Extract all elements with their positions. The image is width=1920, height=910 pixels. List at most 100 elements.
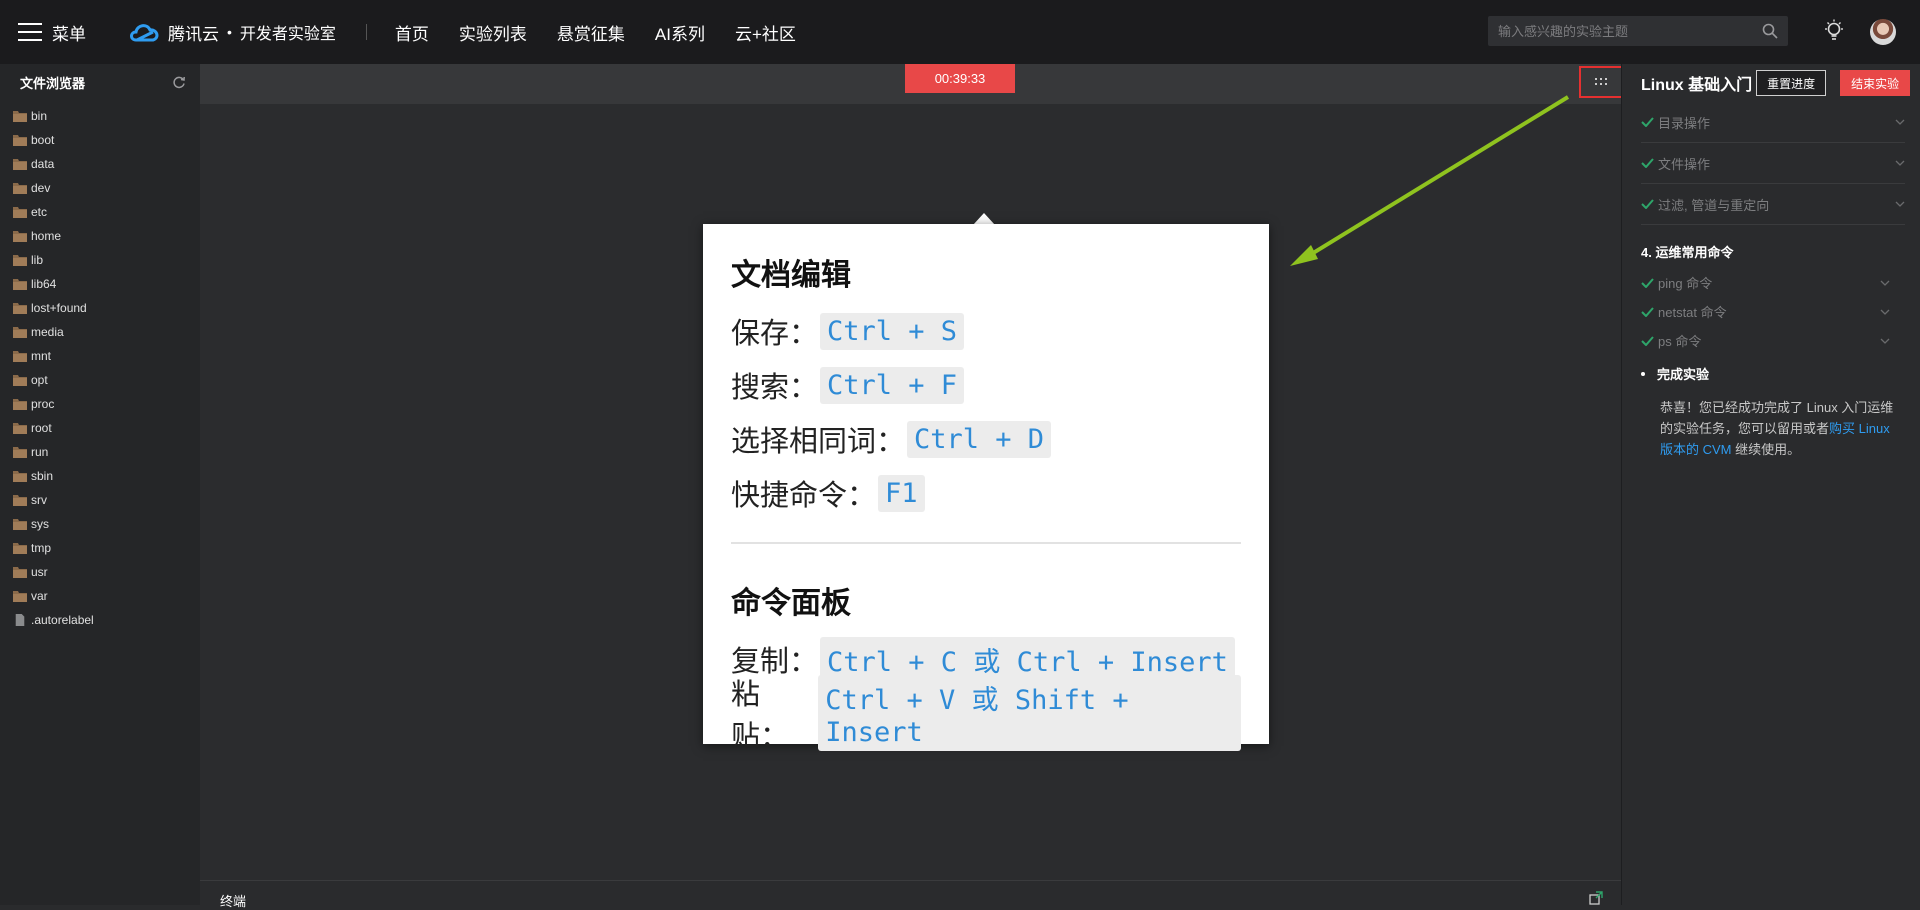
file-item[interactable]: .autorelabel — [0, 608, 200, 632]
chevron-down-icon[interactable] — [1880, 280, 1890, 286]
file-item[interactable]: proc — [0, 392, 200, 416]
sub-step-item[interactable]: ping 命令 — [1641, 268, 1890, 297]
nav-ai-series[interactable]: AI系列 — [655, 20, 705, 45]
file-item[interactable]: lib — [0, 248, 200, 272]
file-name: run — [31, 445, 49, 459]
file-item[interactable]: media — [0, 320, 200, 344]
nav-lab-list[interactable]: 实验列表 — [459, 20, 527, 45]
folder-icon — [13, 207, 27, 218]
file-list: bin boot data dev etc home lib lib64 lost+found m… — [0, 100, 200, 632]
logo-dot: • — [227, 24, 232, 40]
popup-divider — [731, 542, 1241, 544]
lab-guide-panel: Linux 基础入门 重置进度 结束实验 目录操作 文件操作 过滤, 管道与重定向 … — [1621, 64, 1920, 905]
guide-section[interactable]: 文件操作 — [1641, 143, 1905, 184]
sub-step-label: netstat 命令 — [1658, 305, 1727, 320]
folder-icon — [13, 327, 27, 338]
chevron-down-icon[interactable] — [1895, 201, 1905, 207]
congrats-tail: 继续使用。 — [1731, 442, 1801, 457]
file-browser-sidebar: 文件浏览器 bin boot data dev etc home lib lib64 lost+… — [0, 64, 200, 905]
hamburger-icon — [18, 23, 42, 41]
file-name: media — [31, 325, 64, 339]
nav-home[interactable]: 首页 — [395, 20, 429, 45]
file-item[interactable]: opt — [0, 368, 200, 392]
folder-icon — [13, 567, 27, 578]
logo-subtitle: 开发者实验室 — [239, 26, 336, 43]
file-item[interactable]: sys — [0, 512, 200, 536]
popup-section-title-edit: 文档编辑 — [731, 258, 851, 293]
menu-button[interactable]: 菜单 — [18, 20, 86, 45]
complete-lab-item[interactable]: 完成实验 — [1622, 355, 1920, 385]
folder-icon — [13, 375, 27, 386]
file-item[interactable]: run — [0, 440, 200, 464]
cloud-logo-icon — [130, 24, 159, 42]
folder-icon — [13, 279, 27, 290]
section-label: 目录操作 — [1658, 115, 1711, 131]
complete-lab-label: 完成实验 — [1657, 367, 1710, 382]
countdown-timer: 00:39:33 — [905, 64, 1015, 93]
popout-icon[interactable] — [1589, 891, 1603, 905]
file-name: data — [31, 157, 55, 171]
file-item[interactable]: mnt — [0, 344, 200, 368]
sub-step-label: ps 命令 — [1658, 334, 1702, 349]
file-name: sys — [31, 517, 49, 531]
nav-bounty[interactable]: 悬赏征集 — [557, 20, 625, 45]
sub-step-item[interactable]: ps 命令 — [1641, 326, 1890, 355]
file-item[interactable]: home — [0, 224, 200, 248]
top-nav-bar: 菜单 腾讯云 • 开发者实验室 首页 实验列表 悬赏征集 AI系列 云+社区 — [0, 0, 1920, 64]
shortcut-label: 保存： — [731, 316, 819, 350]
file-name: lib64 — [31, 277, 57, 291]
file-item[interactable]: root — [0, 416, 200, 440]
file-item[interactable]: etc — [0, 200, 200, 224]
shortcut-row: 快捷命令： F1 — [731, 466, 1241, 520]
file-item[interactable]: srv — [0, 488, 200, 512]
chevron-down-icon[interactable] — [1895, 119, 1905, 125]
file-item[interactable]: bin — [0, 104, 200, 128]
folder-icon — [13, 519, 27, 530]
file-item[interactable]: usr — [0, 560, 200, 584]
check-icon — [1641, 335, 1654, 346]
file-item[interactable]: data — [0, 152, 200, 176]
file-item[interactable]: boot — [0, 128, 200, 152]
end-lab-button[interactable]: 结束实验 — [1840, 70, 1911, 96]
shortcuts-button[interactable] — [1579, 66, 1623, 98]
file-item[interactable]: tmp — [0, 536, 200, 560]
folder-icon — [13, 255, 27, 266]
sub-step-label: ping 命令 — [1658, 276, 1713, 291]
file-name: lib — [31, 253, 44, 267]
logo[interactable]: 腾讯云 • 开发者实验室 — [128, 20, 336, 45]
file-name: dev — [31, 181, 51, 195]
nav-community[interactable]: 云+社区 — [735, 20, 796, 45]
refresh-icon[interactable] — [172, 75, 186, 89]
shortcut-row: 搜索： Ctrl + F — [731, 358, 1241, 412]
avatar[interactable] — [1870, 19, 1896, 45]
terminal-bar[interactable]: 终端 — [200, 880, 1621, 909]
shortcut-label: 快捷命令： — [731, 478, 877, 512]
bulb-icon[interactable] — [1823, 19, 1845, 43]
file-item[interactable]: lib64 — [0, 272, 200, 296]
sub-step-list: ping 命令 netstat 命令 ps 命令 — [1622, 268, 1920, 355]
file-item[interactable]: var — [0, 584, 200, 608]
file-item[interactable]: dev — [0, 176, 200, 200]
search-icon[interactable] — [1762, 23, 1778, 39]
file-name: root — [31, 421, 52, 435]
command-shortcuts-list: 复制： Ctrl + C 或 Ctrl + Insert 粘贴： Ctrl + V 或… — [731, 632, 1241, 753]
congrats-message: 恭喜！您已经成功完成了 Linux 入门运维的实验任务，您可以留用或者购买 Li… — [1622, 385, 1920, 460]
reset-progress-button[interactable]: 重置进度 — [1756, 70, 1827, 96]
file-browser-title: 文件浏览器 — [20, 75, 86, 91]
file-name: opt — [31, 373, 48, 387]
grid-dots-icon — [1595, 78, 1607, 85]
file-name: usr — [31, 565, 48, 579]
file-item[interactable]: sbin — [0, 464, 200, 488]
search-input[interactable] — [1488, 23, 1748, 39]
edit-shortcuts-list: 保存： Ctrl + S 搜索： Ctrl + F 选择相同词： Ctrl + D 快捷命令… — [731, 304, 1241, 520]
file-item[interactable]: lost+found — [0, 296, 200, 320]
folder-icon — [13, 447, 27, 458]
guide-section[interactable]: 过滤, 管道与重定向 — [1641, 184, 1905, 225]
sub-step-item[interactable]: netstat 命令 — [1641, 297, 1890, 326]
chevron-down-icon[interactable] — [1880, 309, 1890, 315]
guide-section[interactable]: 目录操作 — [1641, 102, 1905, 143]
chevron-down-icon[interactable] — [1895, 160, 1905, 166]
chevron-down-icon[interactable] — [1880, 338, 1890, 344]
file-name: srv — [31, 493, 47, 507]
folder-icon — [13, 399, 27, 410]
